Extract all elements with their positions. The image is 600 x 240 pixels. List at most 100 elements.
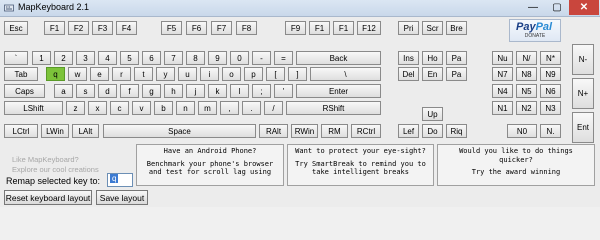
key-k[interactable]: k bbox=[208, 84, 227, 98]
minimize-button[interactable]: — bbox=[521, 0, 545, 15]
save-layout-button[interactable]: Save layout bbox=[96, 190, 148, 205]
key-l[interactable]: l bbox=[230, 84, 249, 98]
key-slash[interactable]: / bbox=[264, 101, 283, 115]
key-f11[interactable]: F1 bbox=[333, 21, 354, 35]
key-g[interactable]: g bbox=[142, 84, 161, 98]
key-lshift[interactable]: LShift bbox=[4, 101, 63, 115]
key-num-enter[interactable]: Ent bbox=[572, 112, 594, 143]
key-3[interactable]: 3 bbox=[76, 51, 95, 65]
key-f9[interactable]: F9 bbox=[285, 21, 306, 35]
key-pagedown[interactable]: Pa bbox=[446, 67, 467, 81]
key-left[interactable]: Lef bbox=[398, 124, 419, 138]
key-num-6[interactable]: N6 bbox=[540, 84, 561, 98]
key-v[interactable]: v bbox=[132, 101, 151, 115]
key-f6[interactable]: F6 bbox=[186, 21, 207, 35]
key-delete[interactable]: Del bbox=[398, 67, 419, 81]
key-lwin[interactable]: LWin bbox=[41, 124, 69, 138]
key-ralt[interactable]: RAlt bbox=[259, 124, 288, 138]
key-f8[interactable]: F8 bbox=[236, 21, 257, 35]
key-num-1[interactable]: N1 bbox=[492, 101, 513, 115]
key-f2[interactable]: F2 bbox=[68, 21, 89, 35]
key-j[interactable]: j bbox=[186, 84, 205, 98]
key-rmenu[interactable]: RM bbox=[321, 124, 348, 138]
key-num-minus[interactable]: N- bbox=[572, 44, 594, 75]
key-z[interactable]: z bbox=[66, 101, 85, 115]
key-h[interactable]: h bbox=[164, 84, 183, 98]
key-a[interactable]: a bbox=[54, 84, 73, 98]
key-s[interactable]: s bbox=[76, 84, 95, 98]
key-equals[interactable]: = bbox=[274, 51, 293, 65]
key-minus[interactable]: - bbox=[252, 51, 271, 65]
key-9[interactable]: 9 bbox=[208, 51, 227, 65]
key-period[interactable]: . bbox=[242, 101, 261, 115]
key-insert[interactable]: Ins bbox=[398, 51, 419, 65]
key-pageup[interactable]: Pa bbox=[446, 51, 467, 65]
key-u[interactable]: u bbox=[178, 67, 197, 81]
key-y[interactable]: y bbox=[156, 67, 175, 81]
key-right[interactable]: Riq bbox=[446, 124, 467, 138]
close-button[interactable]: ✕ bbox=[569, 0, 599, 15]
key-num-8[interactable]: N8 bbox=[516, 67, 537, 81]
key-x[interactable]: x bbox=[88, 101, 107, 115]
key-semicolon[interactable]: ; bbox=[252, 84, 271, 98]
key-i[interactable]: i bbox=[200, 67, 219, 81]
key-t[interactable]: t bbox=[134, 67, 153, 81]
key-f1[interactable]: F1 bbox=[44, 21, 65, 35]
key-0[interactable]: 0 bbox=[230, 51, 249, 65]
key-f10[interactable]: F1 bbox=[309, 21, 330, 35]
key-capslock[interactable]: Caps bbox=[4, 84, 45, 98]
key-n[interactable]: n bbox=[176, 101, 195, 115]
key-up[interactable]: Up bbox=[422, 107, 443, 121]
paypal-donate-button[interactable]: PayPal DONATE bbox=[509, 19, 561, 42]
key-num-5[interactable]: N5 bbox=[516, 84, 537, 98]
key-2[interactable]: 2 bbox=[54, 51, 73, 65]
key-w[interactable]: w bbox=[68, 67, 87, 81]
key-end[interactable]: En bbox=[422, 67, 443, 81]
key-7[interactable]: 7 bbox=[164, 51, 183, 65]
key-4[interactable]: 4 bbox=[98, 51, 117, 65]
reset-layout-button[interactable]: Reset keyboard layout bbox=[4, 190, 92, 205]
key-backslash[interactable]: \ bbox=[310, 67, 381, 81]
key-backtick[interactable]: ` bbox=[4, 51, 28, 65]
key-num-multiply[interactable]: N* bbox=[540, 51, 561, 65]
key-lctrl[interactable]: LCtrl bbox=[4, 124, 38, 138]
key-5[interactable]: 5 bbox=[120, 51, 139, 65]
key-f[interactable]: f bbox=[120, 84, 139, 98]
key-e[interactable]: e bbox=[90, 67, 109, 81]
remap-key-input[interactable]: q bbox=[107, 173, 133, 187]
key-6[interactable]: 6 bbox=[142, 51, 161, 65]
key-break[interactable]: Bre bbox=[446, 21, 467, 35]
key-b[interactable]: b bbox=[154, 101, 173, 115]
key-lalt[interactable]: LAlt bbox=[72, 124, 99, 138]
key-home[interactable]: Ho bbox=[422, 51, 443, 65]
key-left-bracket[interactable]: [ bbox=[266, 67, 285, 81]
promo-panel-smartbreak[interactable]: Want to protect your eye-sight? Try Smar… bbox=[287, 144, 434, 186]
key-right-bracket[interactable]: ] bbox=[288, 67, 307, 81]
key-p[interactable]: p bbox=[244, 67, 263, 81]
key-printscreen[interactable]: Pri bbox=[398, 21, 419, 35]
key-num-7[interactable]: N7 bbox=[492, 67, 513, 81]
key-scrolllock[interactable]: Scr bbox=[422, 21, 443, 35]
key-down[interactable]: Do bbox=[422, 124, 443, 138]
key-backspace[interactable]: Back bbox=[296, 51, 381, 65]
key-esc[interactable]: Esc bbox=[4, 21, 28, 35]
promo-panel-quicker[interactable]: Would you like to do things quicker? Try… bbox=[437, 144, 595, 186]
key-o[interactable]: o bbox=[222, 67, 241, 81]
key-rwin[interactable]: RWin bbox=[291, 124, 318, 138]
key-8[interactable]: 8 bbox=[186, 51, 205, 65]
key-comma[interactable]: , bbox=[220, 101, 239, 115]
maximize-button[interactable]: ▢ bbox=[545, 0, 569, 15]
key-m[interactable]: m bbox=[198, 101, 217, 115]
key-rshift[interactable]: RShift bbox=[286, 101, 381, 115]
key-num-2[interactable]: N2 bbox=[516, 101, 537, 115]
key-f7[interactable]: F7 bbox=[211, 21, 232, 35]
key-rctrl[interactable]: RCtrl bbox=[351, 124, 381, 138]
key-f5[interactable]: F5 bbox=[161, 21, 182, 35]
key-num-3[interactable]: N3 bbox=[540, 101, 561, 115]
key-quote[interactable]: ' bbox=[274, 84, 293, 98]
key-num-divide[interactable]: N/ bbox=[516, 51, 537, 65]
key-space[interactable]: Space bbox=[103, 124, 256, 138]
key-q-selected[interactable]: q bbox=[46, 67, 65, 81]
key-num-decimal[interactable]: N. bbox=[540, 124, 561, 138]
key-tab[interactable]: Tab bbox=[4, 67, 38, 81]
